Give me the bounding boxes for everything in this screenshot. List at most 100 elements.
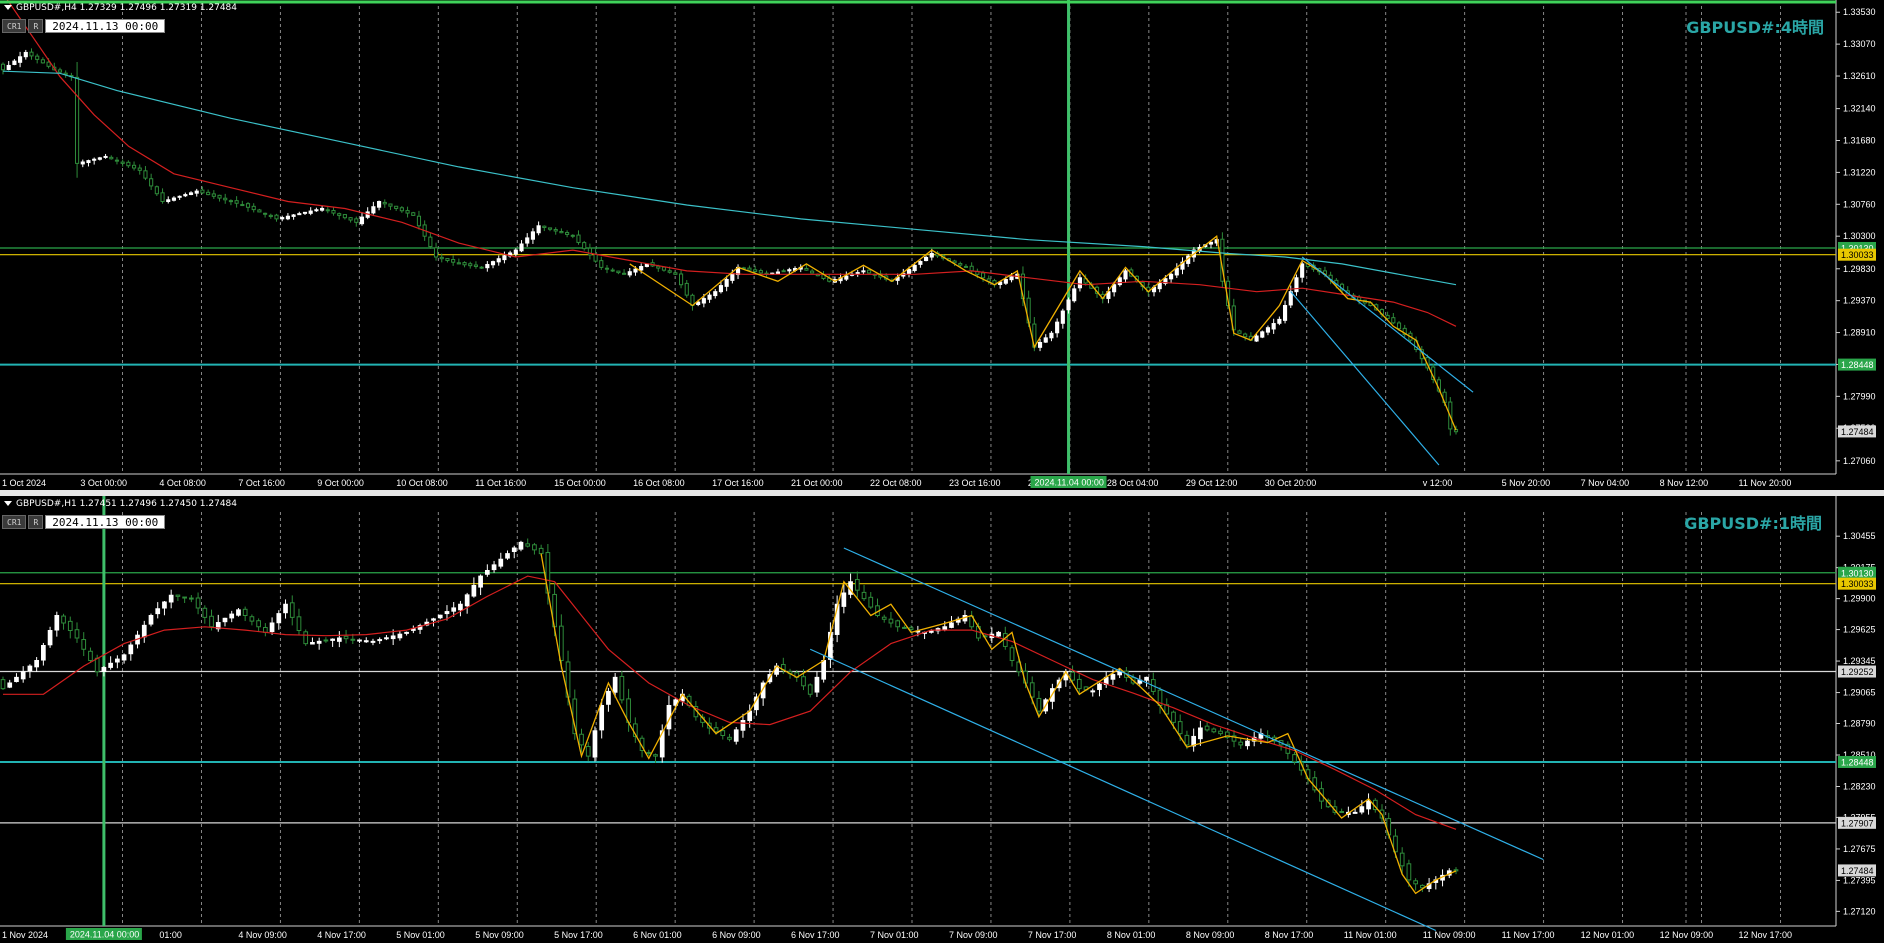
price-tick-label: 1.31220 bbox=[1843, 167, 1876, 177]
candle-body bbox=[445, 258, 450, 261]
candle-body bbox=[1066, 299, 1071, 311]
candle-body bbox=[405, 210, 410, 214]
candle-body bbox=[479, 266, 484, 269]
channel-trendline bbox=[1301, 256, 1474, 393]
candle-body bbox=[388, 203, 393, 207]
candle-body bbox=[1123, 270, 1128, 280]
candle-body bbox=[1294, 277, 1299, 293]
time-tick-label: 5 Nov 20:00 bbox=[1502, 478, 1551, 488]
candle-body bbox=[1112, 284, 1117, 293]
candle-body bbox=[397, 633, 403, 639]
candle-body bbox=[377, 201, 382, 208]
cr1-button[interactable]: CR1 bbox=[2, 515, 27, 529]
candle-body bbox=[888, 618, 894, 624]
candle-body bbox=[542, 225, 547, 229]
candle-body bbox=[918, 260, 923, 265]
candle-body bbox=[1204, 725, 1210, 731]
time-tick-label: 15 Oct 00:00 bbox=[554, 478, 606, 488]
price-tick-label: 1.32610 bbox=[1843, 71, 1876, 81]
time-tick-label: 10 Oct 08:00 bbox=[396, 478, 448, 488]
candle-body bbox=[81, 639, 87, 650]
candle-body bbox=[1144, 676, 1149, 681]
candle-body bbox=[958, 263, 963, 266]
candle-body bbox=[46, 61, 51, 67]
chart-pane-h1[interactable]: 1.304551.301751.299001.296251.293451.290… bbox=[0, 496, 1884, 943]
candle-body bbox=[228, 200, 233, 203]
candle-body bbox=[1077, 277, 1082, 289]
price-tag-label: 1.29252 bbox=[1841, 667, 1874, 677]
candle-body bbox=[34, 660, 39, 668]
chart-svg-h4[interactable]: 1.33530 1.33070 1.32610 1.32140 1.31680 1.312… bbox=[0, 0, 1884, 490]
candle-body bbox=[0, 679, 6, 690]
candle-body bbox=[330, 638, 335, 641]
pane-header: GBPUSD#,H4 1.27329 1.27496 1.27319 1.274… bbox=[4, 3, 237, 13]
candle-body bbox=[558, 625, 564, 661]
r-button[interactable]: R bbox=[28, 515, 44, 529]
candle-body bbox=[1292, 754, 1297, 763]
crosshair-date-label: 2024.11.04 00:00 bbox=[70, 930, 139, 940]
cr1-button[interactable]: CR1 bbox=[2, 19, 27, 33]
candle-body bbox=[456, 262, 461, 265]
collapse-triangle-icon[interactable] bbox=[4, 5, 12, 10]
time-tick-label: 7 Nov 17:00 bbox=[1028, 930, 1077, 940]
candle-body bbox=[27, 665, 33, 672]
candle-body bbox=[565, 232, 570, 235]
candle-body bbox=[610, 269, 615, 272]
candle-body bbox=[1009, 647, 1015, 662]
candle-body bbox=[451, 607, 457, 612]
candle-body bbox=[35, 55, 40, 60]
candle-body bbox=[740, 720, 746, 731]
candle-body bbox=[1060, 310, 1065, 324]
candle-body bbox=[74, 629, 80, 639]
candle-body bbox=[54, 615, 60, 631]
candle-body bbox=[525, 237, 530, 244]
candle-body bbox=[141, 624, 147, 638]
time-tick-label: 29 Oct 12:00 bbox=[1186, 478, 1238, 488]
candle-body bbox=[868, 596, 874, 608]
candle-body bbox=[646, 751, 652, 754]
ohlc-readout: GBPUSD#,H4 1.27329 1.27496 1.27319 1.274… bbox=[16, 3, 238, 13]
candle-body bbox=[1413, 880, 1418, 885]
time-tick-label: 4 Nov 09:00 bbox=[238, 930, 287, 940]
time-tick-label: 12 Nov 01:00 bbox=[1581, 930, 1635, 940]
chart-pane-h4[interactable]: 1.33530 1.33070 1.32610 1.32140 1.31680 1.312… bbox=[0, 0, 1884, 490]
candle-body bbox=[775, 271, 781, 275]
chart-svg-h1[interactable]: 1.304551.301751.299001.296251.293451.290… bbox=[0, 496, 1884, 943]
candle-body bbox=[297, 213, 302, 216]
candle-body bbox=[171, 197, 177, 201]
candle-body bbox=[1339, 811, 1344, 814]
candle-body bbox=[29, 51, 34, 57]
collapse-triangle-icon[interactable] bbox=[4, 501, 12, 506]
candle-body bbox=[336, 637, 342, 642]
candle-body bbox=[980, 272, 986, 279]
candle-body bbox=[1171, 711, 1176, 723]
candle-body bbox=[1282, 305, 1288, 321]
candle-body bbox=[895, 620, 901, 628]
date-input[interactable]: 2024.11.13 00:00 bbox=[45, 19, 166, 33]
candle-body bbox=[633, 268, 638, 273]
price-tick-label: 1.33530 bbox=[1843, 7, 1876, 17]
r-button[interactable]: R bbox=[28, 19, 44, 33]
candle-body bbox=[582, 242, 587, 250]
candle-body bbox=[996, 631, 1001, 637]
time-tick-label: 11 Nov 01:00 bbox=[1344, 930, 1397, 940]
date-input[interactable]: 2024.11.13 00:00 bbox=[45, 515, 166, 529]
candle-body bbox=[593, 253, 598, 262]
candle-body bbox=[357, 639, 362, 642]
candle-body bbox=[804, 267, 809, 271]
candle-body bbox=[924, 256, 929, 262]
candle-body bbox=[576, 234, 581, 243]
candle-body bbox=[530, 231, 535, 240]
price-tick-label: 1.27120 bbox=[1843, 906, 1876, 916]
candle-body bbox=[350, 638, 356, 641]
candle-body bbox=[807, 684, 813, 695]
candle-body bbox=[1097, 683, 1102, 690]
time-tick-label: 28 Oct 04:00 bbox=[1107, 478, 1159, 488]
candle-body bbox=[912, 264, 917, 271]
time-tick-label: 8 Nov 17:00 bbox=[1265, 930, 1314, 940]
candle-body bbox=[1043, 337, 1048, 343]
candle-body bbox=[1090, 690, 1096, 693]
price-tag-label: 1.27484 bbox=[1841, 427, 1874, 437]
candle-body bbox=[1260, 331, 1265, 338]
candle-body bbox=[6, 64, 11, 70]
